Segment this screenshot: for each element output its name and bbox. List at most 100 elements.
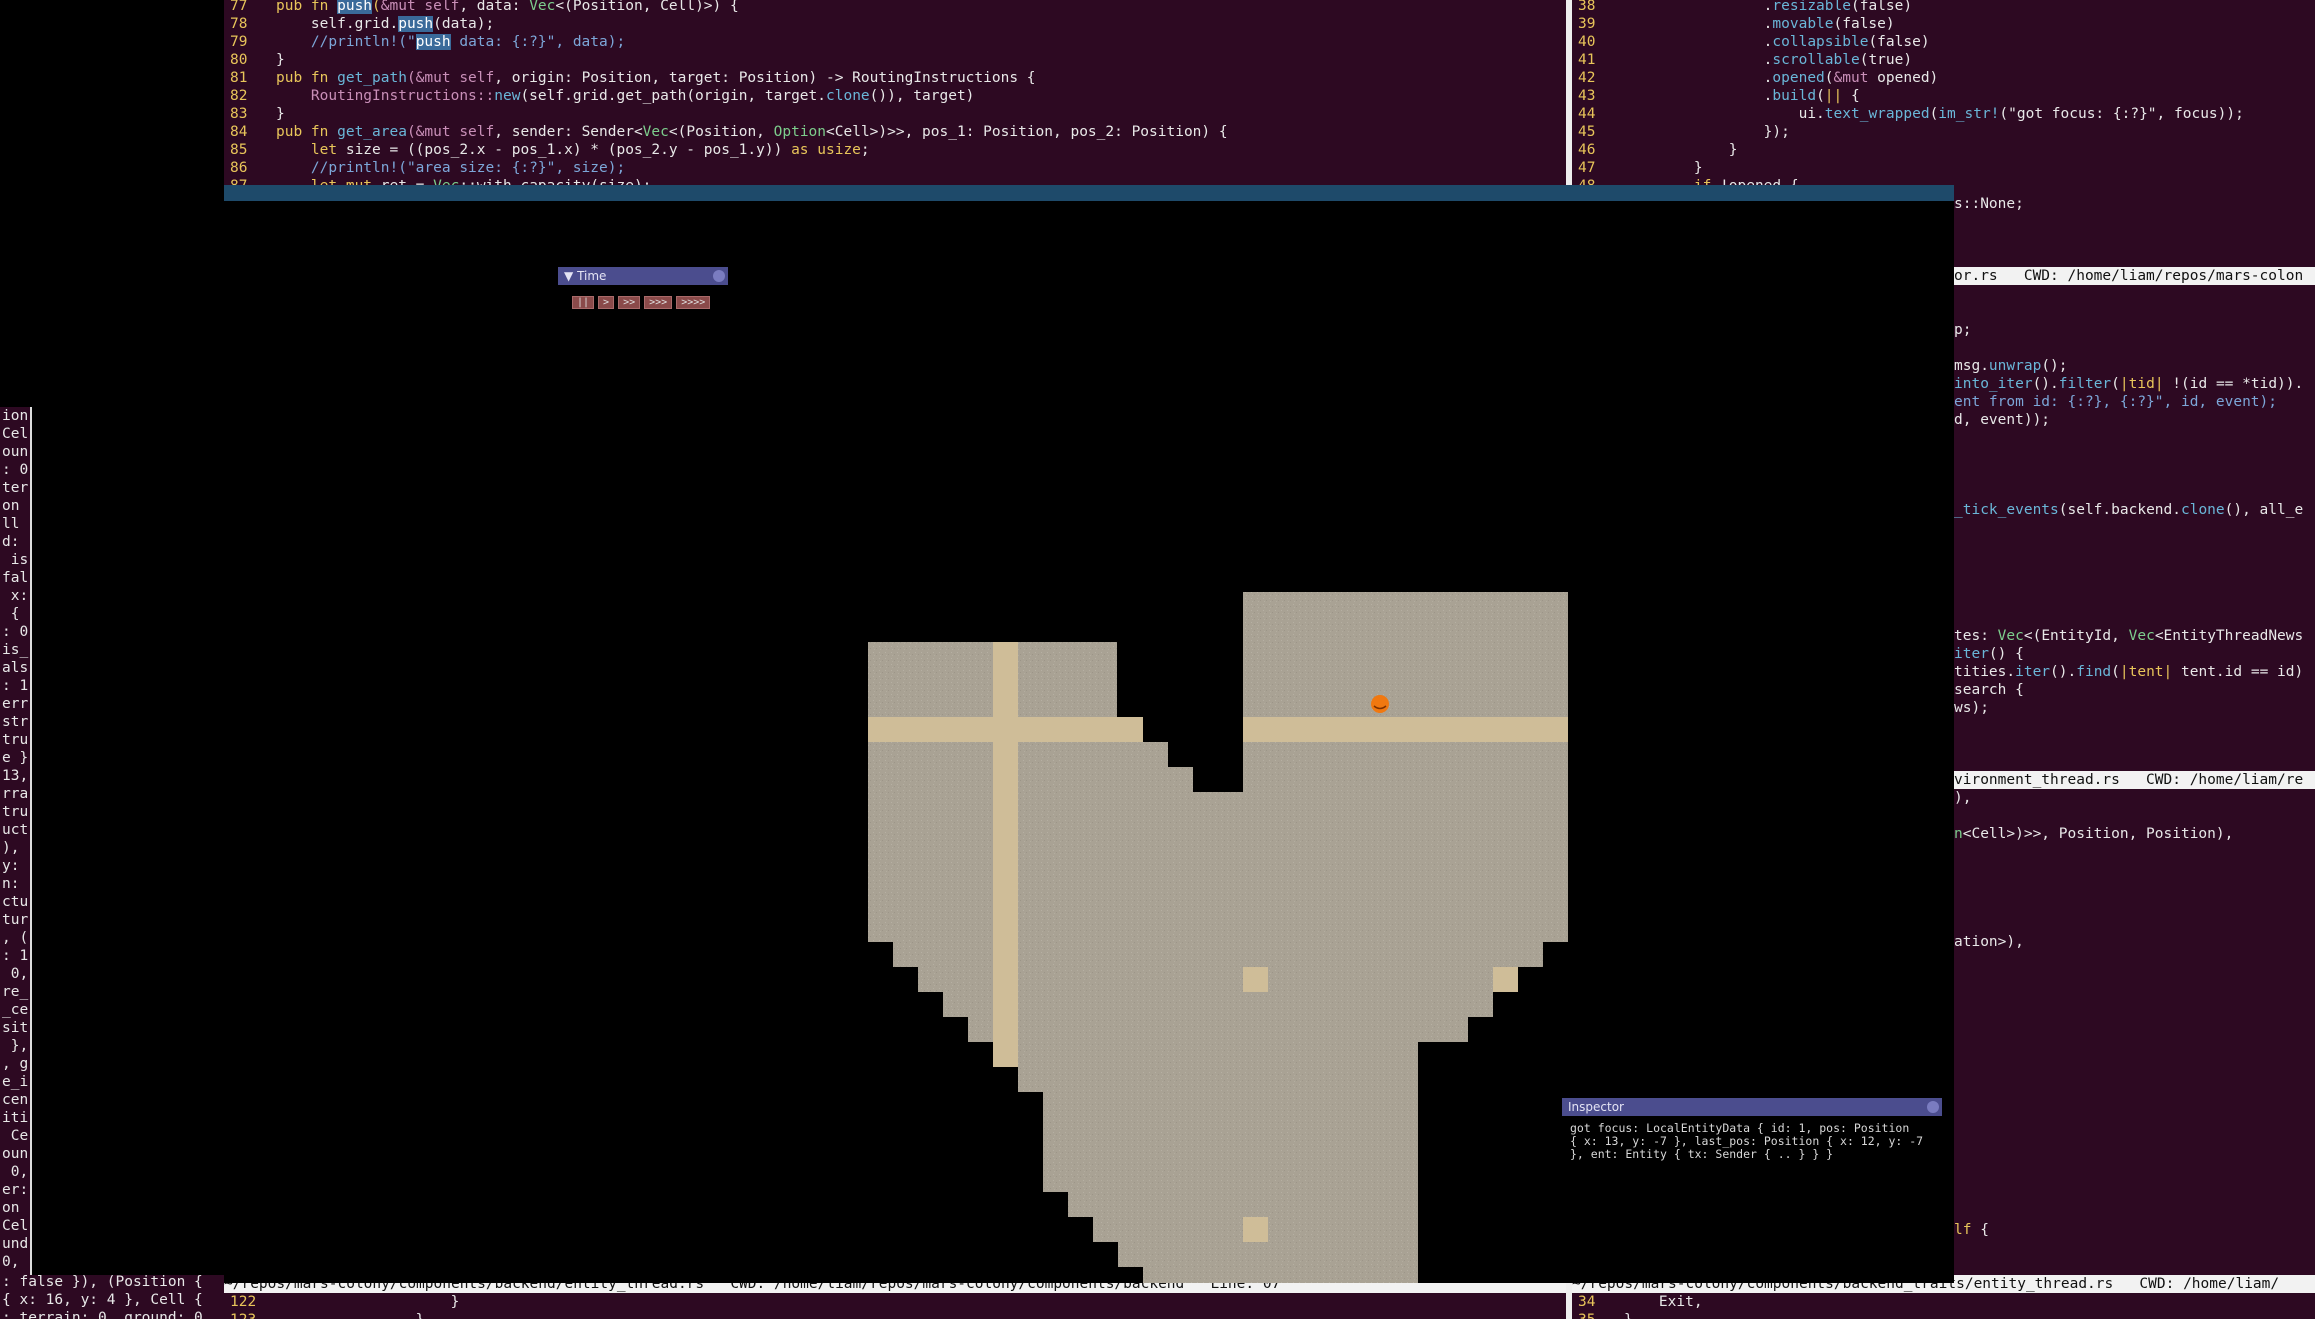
code-line-fragment: into_iter().filter(|tid| !(id == *tid)). xyxy=(1954,375,2303,393)
code-line[interactable]: 48 if !opened { xyxy=(1572,177,1799,185)
left-terminal-line: ion xyxy=(2,408,29,424)
code-token: ::with_capacity(size); xyxy=(459,178,651,185)
game-window[interactable]: ▼ Time || > >> >>> >>>> Inspector got focus:… xyxy=(224,201,1954,1283)
left-terminal-line: tur xyxy=(2,912,29,928)
code-token: into_iter xyxy=(1954,376,2033,392)
code-token: text_wrapped xyxy=(1824,106,1930,122)
code-token: ("got focus: {:?}", focus)); xyxy=(1999,106,2244,122)
left-terminal-line: cen xyxy=(2,1092,29,1108)
code-line[interactable]: 82 RoutingInstructions::new(self.grid.ge… xyxy=(224,87,974,105)
code-line[interactable]: 43 .build(|| { xyxy=(1572,87,1860,105)
code-line[interactable]: 81 pub fn get_path(&mut self, origin: Pos… xyxy=(224,69,1036,87)
code-token: <(Position, xyxy=(668,124,774,140)
line-number: 48 xyxy=(1572,177,1624,185)
code-line[interactable]: 46 } xyxy=(1572,141,1738,159)
left-terminal-line: on xyxy=(2,498,20,514)
code-token: || xyxy=(1824,88,1851,104)
code-token: push xyxy=(337,0,373,14)
play-speed-2-button[interactable]: >> xyxy=(618,296,641,309)
code-token: !opened { xyxy=(1720,178,1799,185)
code-line[interactable]: 85 let size = ((pos_2.x - pos_1.x) * (po… xyxy=(224,141,870,159)
code-line[interactable]: 79 //println!("push data: {:?}", data); xyxy=(224,33,625,51)
code-token: vironment_thread.rs CWD: /home/liam/re xyxy=(1954,772,2304,788)
code-token: clone xyxy=(2180,502,2225,518)
editor-pane-ui-rs[interactable]: 38 .resizable(false) 39 .movable(false) 40… xyxy=(1572,0,2315,185)
code-token: movable xyxy=(1772,16,1834,32)
code-token: as usize xyxy=(791,142,861,158)
editor-pane-right-strip[interactable]: s::None; or.rs CWD: /home/liam/repos/mars… xyxy=(1954,185,2315,1275)
code-token: self.grid. xyxy=(276,16,399,32)
code-line[interactable]: 86 //println!("area size: {:?}", size); xyxy=(224,159,625,177)
code-line[interactable]: 122 } xyxy=(224,1293,459,1311)
code-line[interactable]: 35} xyxy=(1572,1311,1633,1319)
time-window[interactable]: ▼ Time || > >> >>> >>>> xyxy=(558,267,728,309)
collapse-triangle-icon[interactable]: ▼ xyxy=(564,269,573,283)
path-horizontal-left xyxy=(868,717,1143,742)
code-token: (false) xyxy=(1868,34,1930,50)
left-terminal-line: uct xyxy=(2,822,29,838)
play-speed-3-button[interactable]: >>> xyxy=(644,296,673,309)
left-terminal-line: : terrain: 0, ground: 0 xyxy=(2,1310,203,1319)
inspector-title: Inspector xyxy=(1568,1100,1624,1114)
code-token: } xyxy=(1624,160,1703,176)
code-token: ( xyxy=(2111,376,2120,392)
code-line[interactable]: 34 Exit, xyxy=(1572,1293,1703,1311)
code-token: (data) xyxy=(433,16,486,32)
code-token: ), xyxy=(1954,790,1972,806)
code-line[interactable]: 84 pub fn get_area(&mut self, sender: Sen… xyxy=(224,123,1228,141)
code-line[interactable]: 39 .movable(false) xyxy=(1572,15,1895,33)
code-token: let xyxy=(276,142,346,158)
code-token: //println!(" xyxy=(276,34,416,50)
code-token: ation>), xyxy=(1954,934,2024,950)
agent-marker[interactable] xyxy=(1371,695,1389,713)
code-line[interactable]: 77 pub fn push(&mut self, data: Vec<(Posi… xyxy=(224,0,739,15)
line-number: 47 xyxy=(1578,160,1596,176)
code-line[interactable]: 41 .scrollable(true) xyxy=(1572,51,1912,69)
line-number: 80 xyxy=(230,52,248,68)
game-window-titlebar[interactable] xyxy=(224,185,1954,201)
code-line-fragment: tities.iter().find(|tent| tent.id == id) xyxy=(1954,663,2303,681)
inspector-titlebar[interactable]: Inspector xyxy=(1562,1098,1942,1116)
close-icon[interactable] xyxy=(1927,1101,1939,1113)
code-token: !(id == *tid)). xyxy=(2172,376,2304,392)
path-vertical xyxy=(993,642,1018,1067)
play-speed-1-button[interactable]: > xyxy=(598,296,615,309)
time-controls: || > >> >>> >>>> xyxy=(558,285,728,309)
code-line-fragment: tes: Vec<(EntityId, Vec<EntityThreadNews xyxy=(1954,627,2303,645)
code-token: , data: xyxy=(459,0,530,14)
code-token: Vec xyxy=(1997,628,2024,644)
code-line-fragment: iter() { xyxy=(1954,645,2024,663)
line-number: 87 xyxy=(224,177,276,185)
editor-pane-grid-rs[interactable]: 77 pub fn push(&mut self, data: Vec<(Posi… xyxy=(224,0,1566,185)
code-line[interactable]: 87 let mut ret = Vec::with_capacity(size… xyxy=(224,177,651,185)
inspector-window[interactable]: Inspector got focus: LocalEntityData { i… xyxy=(1562,1098,1942,1168)
code-line[interactable]: 80} xyxy=(224,51,285,69)
code-token: push xyxy=(415,34,451,50)
code-line[interactable]: 47 } xyxy=(1572,159,1703,177)
line-number: 83 xyxy=(230,106,248,122)
left-terminal-line: : 0 xyxy=(2,462,29,478)
code-line[interactable]: 42 .opened(&mut opened) xyxy=(1572,69,1938,87)
code-line[interactable]: 40 .collapsible(false) xyxy=(1572,33,1930,51)
time-window-titlebar[interactable]: ▼ Time xyxy=(558,267,728,285)
code-line[interactable]: 44 ui.text_wrapped(im_str!("got focus: {… xyxy=(1572,105,2244,123)
pause-button[interactable]: || xyxy=(572,296,595,309)
close-icon[interactable] xyxy=(713,270,725,282)
left-terminal-line: e } xyxy=(2,750,29,766)
code-line[interactable]: 78 self.grid.push(data); xyxy=(224,15,494,33)
code-line-fragment: n<Cell>)>>, Position, Position), xyxy=(1954,825,2233,843)
code-line[interactable]: 83} xyxy=(224,105,285,123)
play-speed-4-button[interactable]: >>>> xyxy=(676,296,711,309)
code-token: search { xyxy=(1954,682,2024,698)
left-terminal-line: : false }), (Position { xyxy=(2,1275,224,1291)
left-terminal-line: oun xyxy=(2,444,29,460)
code-token: s::None; xyxy=(1954,196,2024,212)
terminal-left-strip[interactable]: ion Cel oun: 0 ter on ll d: is fal x: {: 0 is_ al… xyxy=(0,407,32,1275)
left-terminal-line: Cel xyxy=(2,1218,29,1234)
code-line-fragment: search { xyxy=(1954,681,2024,699)
code-line[interactable]: 38 .resizable(false) xyxy=(1572,0,1912,15)
path-tile xyxy=(1493,967,1518,992)
code-token: msg. xyxy=(1954,358,1989,374)
code-line[interactable]: 45 }); xyxy=(1572,123,1790,141)
code-line[interactable]: 123 } xyxy=(224,1311,424,1319)
